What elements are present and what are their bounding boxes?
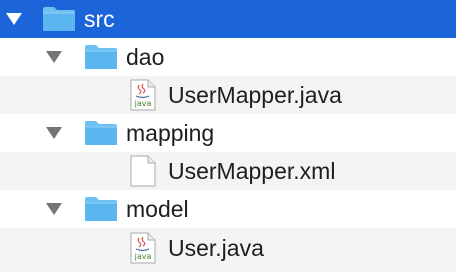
tree-row-src[interactable]: src (0, 0, 456, 38)
document-file-icon (130, 155, 156, 187)
tree-item-label: UserMapper.xml (168, 158, 336, 184)
tree-row-dao[interactable]: dao (0, 38, 456, 76)
tree-row-user-java[interactable]: java User.java (0, 228, 456, 272)
disclosure-triangle-icon[interactable] (46, 127, 62, 139)
tree-item-label: User.java (168, 235, 264, 261)
java-icon-text: java (134, 99, 152, 108)
java-file-icon: java (130, 232, 156, 264)
folder-icon (84, 44, 118, 70)
folder-icon (42, 6, 76, 32)
tree-item-label: src (84, 6, 115, 32)
tree-row-usermapper-xml[interactable]: UserMapper.xml (0, 152, 456, 190)
folder-icon (84, 120, 118, 146)
tree-row-model[interactable]: model (0, 190, 456, 228)
folder-icon (84, 196, 118, 222)
tree-row-usermapper-java[interactable]: java UserMapper.java (0, 76, 456, 114)
tree-item-label: model (126, 196, 189, 222)
tree-item-label: mapping (126, 120, 215, 146)
java-icon-text: java (134, 252, 152, 261)
tree-row-mapping[interactable]: mapping (0, 114, 456, 152)
disclosure-triangle-icon[interactable] (46, 203, 62, 215)
tree-item-label: dao (126, 44, 165, 70)
file-tree: src dao java UserMapper.java mapping Use… (0, 0, 456, 272)
java-file-icon: java (130, 79, 156, 111)
tree-item-label: UserMapper.java (168, 82, 342, 108)
disclosure-triangle-icon[interactable] (6, 13, 22, 25)
disclosure-triangle-icon[interactable] (46, 51, 62, 63)
